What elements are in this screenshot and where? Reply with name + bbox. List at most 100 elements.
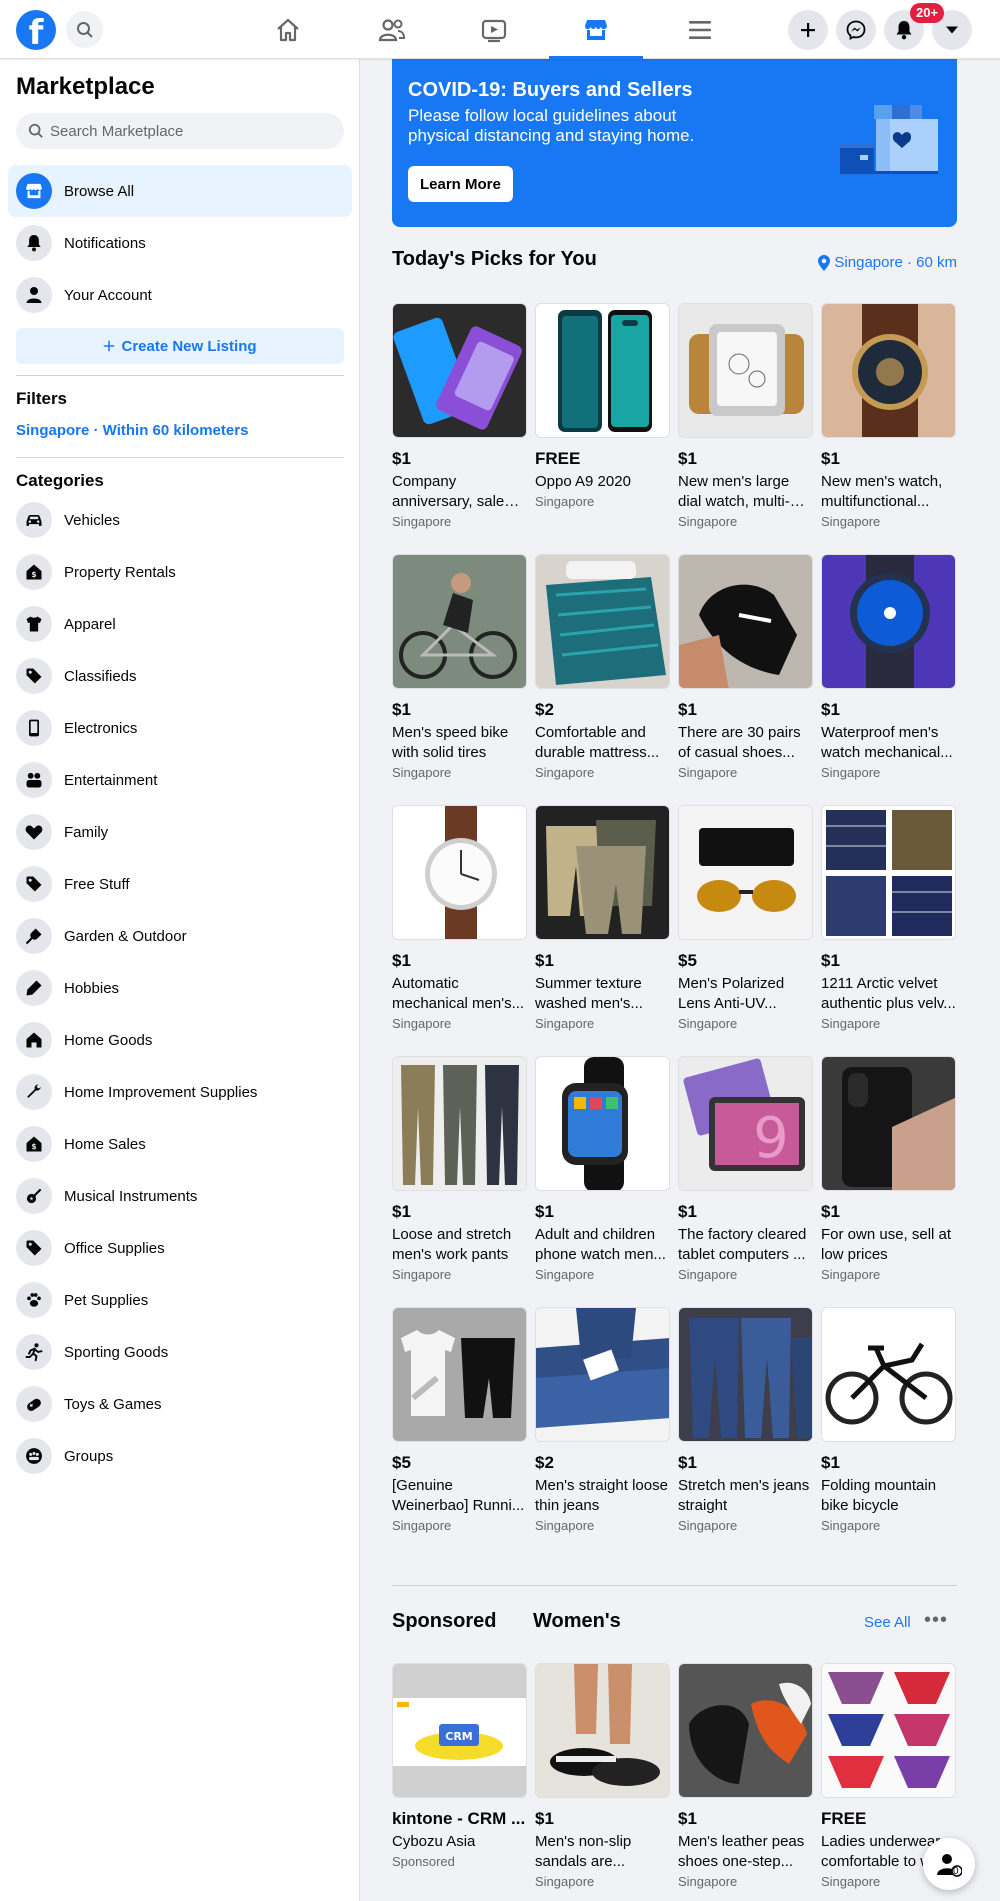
category-apparel[interactable]: Apparel bbox=[8, 598, 352, 650]
listing-image[interactable] bbox=[392, 554, 527, 689]
listing-card[interactable]: $1 Automatic mechanical men's... Singapore bbox=[392, 805, 527, 1032]
category-family[interactable]: Family bbox=[8, 806, 352, 858]
listing-image[interactable] bbox=[821, 805, 956, 940]
create-new-listing-button[interactable]: Create New Listing bbox=[16, 328, 344, 364]
listing-image[interactable] bbox=[392, 805, 527, 940]
listing-image[interactable] bbox=[678, 303, 813, 438]
listing-card[interactable]: $1 There are 30 pairs of casual shoes... S… bbox=[678, 554, 813, 781]
listing-image[interactable] bbox=[678, 554, 813, 689]
new-message-button[interactable]: 0 bbox=[923, 1838, 975, 1890]
category-home-improvement-supplies[interactable]: Home Improvement Supplies bbox=[8, 1066, 352, 1118]
listing-card[interactable]: $1 Summer texture washed men's... Singapor… bbox=[535, 805, 670, 1032]
tab-home[interactable] bbox=[241, 0, 335, 59]
category-entertainment[interactable]: Entertainment bbox=[8, 754, 352, 806]
listing-image[interactable] bbox=[678, 1307, 813, 1442]
tab-marketplace[interactable] bbox=[549, 0, 643, 59]
listing-image[interactable] bbox=[821, 1056, 956, 1191]
listing-title: Oppo A9 2020 bbox=[535, 473, 631, 490]
category-electronics[interactable]: Electronics bbox=[8, 702, 352, 754]
listing-card[interactable]: $1 Adult and children phone watch men... S… bbox=[535, 1056, 670, 1283]
womens-heading: Women's bbox=[533, 1610, 621, 1632]
listing-image[interactable] bbox=[392, 1307, 527, 1442]
category-garden-outdoor[interactable]: Garden & Outdoor bbox=[8, 910, 352, 962]
listing-card[interactable]: $1 For own use, sell at low prices Singapo… bbox=[821, 1056, 956, 1283]
menu-icon bbox=[689, 20, 711, 39]
listing-card[interactable]: $1 New men's large dial watch, multi-func… bbox=[678, 303, 813, 530]
listing-card[interactable]: $5 Men's Polarized Lens Anti-UV... Singapo… bbox=[678, 805, 813, 1032]
category-label: Apparel bbox=[64, 615, 116, 633]
nav-browse-all[interactable]: Browse All bbox=[8, 165, 352, 217]
listing-image[interactable] bbox=[821, 1307, 956, 1442]
listing-card[interactable]: $5 [Genuine Weinerbao] Runni... Singapore bbox=[392, 1307, 527, 1534]
listing-card[interactable]: $1 Loose and stretch men's work pants Sing… bbox=[392, 1056, 527, 1283]
listing-image[interactable] bbox=[535, 554, 670, 689]
listing-image[interactable]: 9 bbox=[678, 1056, 813, 1191]
nav-notifications[interactable]: Notifications bbox=[8, 217, 352, 269]
category-label: Toys & Games bbox=[64, 1395, 162, 1413]
category-pet-supplies[interactable]: Pet Supplies bbox=[8, 1274, 352, 1326]
create-button[interactable] bbox=[788, 10, 828, 50]
category-classifieds[interactable]: Classifieds bbox=[8, 650, 352, 702]
paw-icon bbox=[27, 1293, 41, 1307]
category-home-goods[interactable]: Home Goods bbox=[8, 1014, 352, 1066]
listing-card[interactable]: 9 $1 The factory cleared tablet computers … bbox=[678, 1056, 813, 1283]
nav-your-account[interactable]: Your Account bbox=[8, 269, 352, 321]
listing-title: Folding mountain bike bicycle bbox=[821, 1477, 937, 1514]
sponsored-ad-card[interactable]: CRM kintone - CRM ... Cybozu Asia Sponsored bbox=[392, 1663, 527, 1870]
listing-image[interactable] bbox=[821, 1663, 956, 1798]
listing-card[interactable]: $2 Comfortable and durable mattress... Sin… bbox=[535, 554, 670, 781]
listing-card[interactable]: $2 Men's straight loose thin jeans Singapo… bbox=[535, 1307, 670, 1534]
listing-title: Automatic mechanical men's... bbox=[392, 975, 525, 1012]
listing-card[interactable]: $1 Company anniversary, sale o... Singapor… bbox=[392, 303, 527, 530]
listing-image[interactable] bbox=[392, 303, 527, 438]
more-options-button[interactable]: ••• bbox=[924, 1609, 948, 1632]
listing-image[interactable] bbox=[535, 1663, 670, 1798]
house-dollar-icon: $ bbox=[26, 1136, 42, 1152]
listing-image[interactable] bbox=[678, 805, 813, 940]
category-office-supplies[interactable]: Office Supplies bbox=[8, 1222, 352, 1274]
listing-card[interactable]: $1 Men's leather peas shoes one-step... Si… bbox=[678, 1663, 813, 1890]
listing-card[interactable]: $1 Men's speed bike with solid tires Singa… bbox=[392, 554, 527, 781]
create-listing-label: Create New Listing bbox=[121, 337, 257, 355]
category-musical-instruments[interactable]: Musical Instruments bbox=[8, 1170, 352, 1222]
listing-image[interactable] bbox=[821, 554, 956, 689]
listing-image[interactable] bbox=[535, 1056, 670, 1191]
search-input[interactable] bbox=[50, 122, 320, 140]
category-property-rentals[interactable]: $ Property Rentals bbox=[8, 546, 352, 598]
tab-watch[interactable] bbox=[447, 0, 541, 59]
category-hobbies[interactable]: Hobbies bbox=[8, 962, 352, 1014]
listing-card[interactable]: $1 New men's watch, multifunctional... Sin… bbox=[821, 303, 956, 530]
facebook-logo[interactable]: f bbox=[16, 10, 56, 50]
listing-card[interactable]: FREE Oppo A9 2020 Singapore bbox=[535, 303, 670, 510]
listing-card[interactable]: $1 Men's non-slip sandals are... Singapore bbox=[535, 1663, 670, 1890]
see-all-link[interactable]: See All bbox=[864, 1614, 911, 1631]
location-link[interactable]: Singapore · 60 km bbox=[818, 254, 957, 271]
listing-title: There are 30 pairs of casual shoes... bbox=[678, 724, 801, 761]
listing-card[interactable]: $1 Folding mountain bike bicycle Singapore bbox=[821, 1307, 956, 1534]
category-home-sales[interactable]: $ Home Sales bbox=[8, 1118, 352, 1170]
category-sporting-goods[interactable]: Sporting Goods bbox=[8, 1326, 352, 1378]
search-button[interactable] bbox=[66, 11, 103, 48]
listing-image[interactable] bbox=[678, 1663, 813, 1798]
listing-card[interactable]: $1 1211 Arctic velvet authentic plus velv… bbox=[821, 805, 956, 1032]
learn-more-button[interactable]: Learn More bbox=[408, 166, 513, 202]
listing-image[interactable] bbox=[392, 1056, 527, 1191]
listing-card[interactable]: $1 Waterproof men's watch mechanical... Si… bbox=[821, 554, 956, 781]
category-label: Property Rentals bbox=[64, 563, 176, 581]
listing-card[interactable]: $1 Stretch men's jeans straight Singapore bbox=[678, 1307, 813, 1534]
listing-image[interactable]: CRM bbox=[392, 1663, 527, 1798]
listing-image[interactable] bbox=[535, 805, 670, 940]
shirt-icon-wrap bbox=[16, 606, 52, 642]
category-groups[interactable]: Groups bbox=[8, 1430, 352, 1482]
listing-image[interactable] bbox=[821, 303, 956, 438]
listing-image[interactable] bbox=[535, 1307, 670, 1442]
marketplace-search[interactable] bbox=[16, 113, 344, 149]
tab-friends[interactable] bbox=[345, 0, 439, 59]
category-toys-games[interactable]: Toys & Games bbox=[8, 1378, 352, 1430]
category-free-stuff[interactable]: Free Stuff bbox=[8, 858, 352, 910]
category-vehicles[interactable]: Vehicles bbox=[8, 494, 352, 546]
listing-image[interactable] bbox=[535, 303, 670, 438]
messenger-button[interactable] bbox=[836, 10, 876, 50]
tab-menu[interactable] bbox=[653, 0, 747, 59]
location-filter-link[interactable]: Singapore · Within 60 kilometers bbox=[16, 422, 248, 439]
